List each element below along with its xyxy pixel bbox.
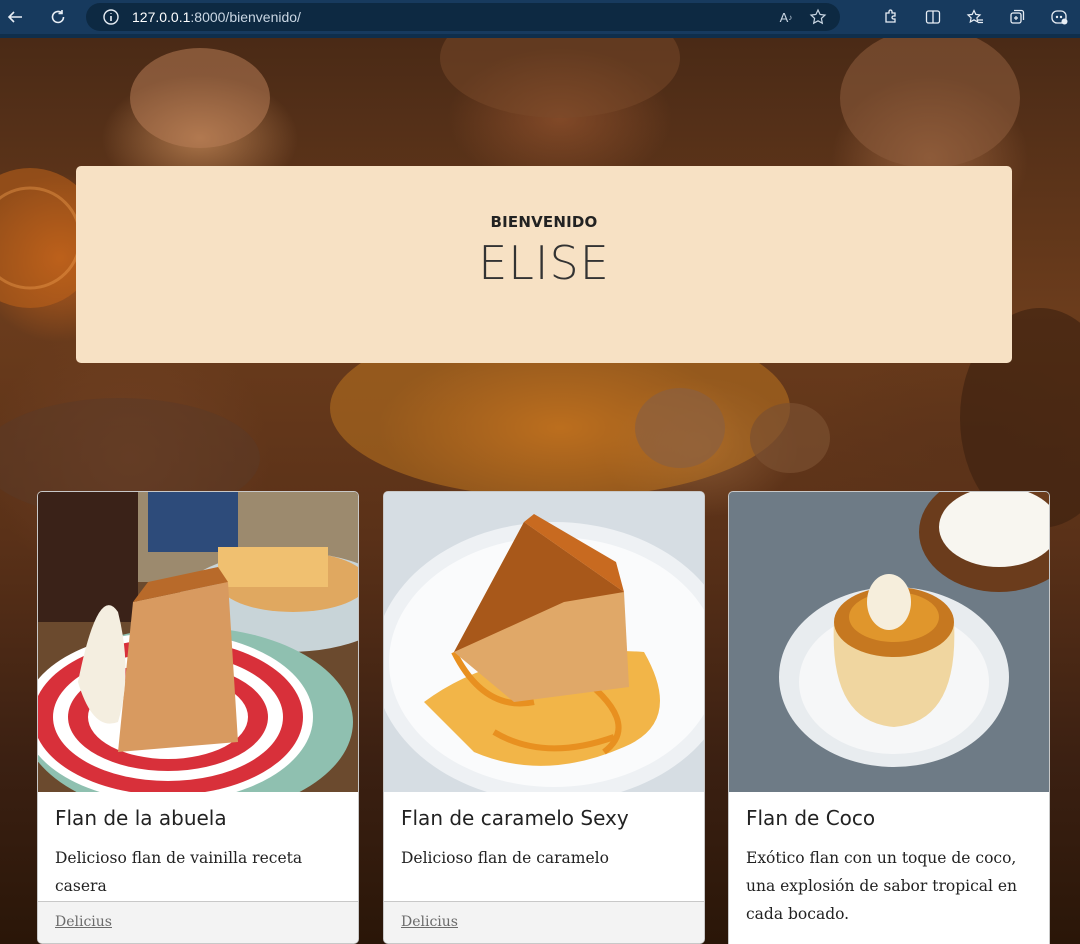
reload-icon[interactable] — [45, 4, 71, 30]
collections-icon[interactable] — [1004, 4, 1030, 30]
flan-card: Flan de la abuela Delicioso flan de vain… — [37, 491, 359, 944]
info-icon[interactable] — [102, 8, 120, 26]
flan-card: Flan de Coco Exótico flan con un toque d… — [728, 491, 1050, 944]
browser-toolbar: 127.0.0.1:8000/bienvenido/ A ♪ — [0, 0, 1080, 34]
card-title: Flan de Coco — [746, 806, 876, 830]
url-host: 127.0.0.1 — [132, 9, 191, 25]
url-text: 127.0.0.1:8000/bienvenido/ — [132, 9, 301, 25]
favorite-star-icon[interactable] — [808, 7, 828, 27]
read-aloud-icon[interactable]: A ♪ — [776, 7, 796, 27]
card-title: Flan de la abuela — [55, 806, 227, 830]
favorites-icon[interactable] — [962, 4, 988, 30]
split-screen-icon[interactable] — [920, 4, 946, 30]
welcome-label: BIENVENIDO — [490, 213, 598, 231]
card-description: Delicioso flan de caramelo — [401, 849, 609, 867]
card-link[interactable]: Delicius — [401, 914, 458, 930]
address-bar[interactable]: 127.0.0.1:8000/bienvenido/ A ♪ — [86, 3, 840, 31]
card-link[interactable]: Delicius — [55, 914, 112, 930]
page-background: BIENVENIDO ELISE Flan de la abuela Delic… — [0, 38, 1080, 944]
user-name: ELISE — [478, 236, 610, 290]
card-title: Flan de caramelo Sexy — [401, 806, 629, 830]
url-path: :8000/bienvenido/ — [190, 9, 301, 25]
card-description: Delicioso flan de vainilla receta casera — [55, 849, 303, 895]
card-image — [384, 492, 704, 792]
card-footer: Delicius — [38, 901, 358, 943]
copilot-icon[interactable] — [1046, 4, 1072, 30]
card-image — [729, 492, 1049, 792]
welcome-panel: BIENVENIDO ELISE — [76, 166, 1012, 363]
extensions-icon[interactable] — [878, 4, 904, 30]
card-description: Exótico flan con un toque de coco, una e… — [746, 849, 1018, 923]
card-image — [38, 492, 358, 792]
flan-card: Flan de caramelo Sexy Delicioso flan de … — [383, 491, 705, 944]
back-icon[interactable] — [2, 4, 28, 30]
card-footer: Delicius — [384, 901, 704, 943]
